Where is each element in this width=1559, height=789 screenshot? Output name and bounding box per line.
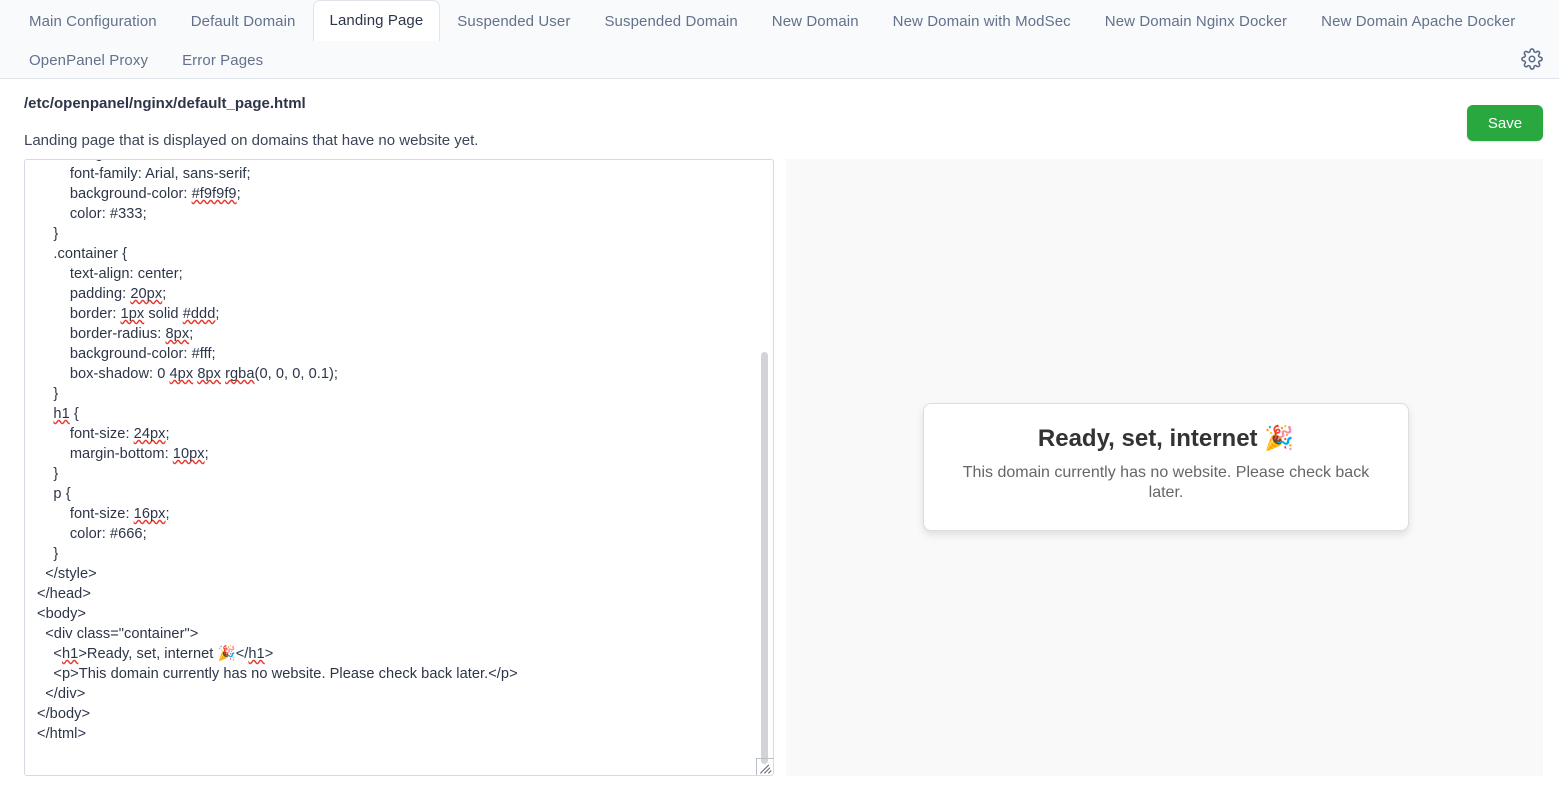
tab-default-domain[interactable]: Default Domain [174, 1, 313, 40]
file-description: Landing page that is displayed on domain… [24, 132, 479, 149]
tab-landing-page[interactable]: Landing Page [312, 0, 441, 41]
gear-icon [1521, 48, 1543, 70]
tab-suspended-user[interactable]: Suspended User [440, 1, 587, 40]
tab-error-pages[interactable]: Error Pages [165, 40, 280, 79]
tab-openpanel-proxy[interactable]: OpenPanel Proxy [12, 40, 165, 79]
preview-card: Ready, set, internet 🎉 This domain curre… [923, 403, 1409, 531]
tab-main-configuration[interactable]: Main Configuration [12, 1, 174, 40]
file-path-title: /etc/openpanel/nginx/default_page.html [24, 95, 306, 112]
preview-heading: Ready, set, internet 🎉 [1037, 425, 1295, 452]
tab-new-domain-apache-docker[interactable]: New Domain Apache Docker [1304, 1, 1532, 40]
editor-scrollbar[interactable] [761, 352, 768, 764]
tab-row-secondary: OpenPanel Proxy Error Pages [0, 40, 280, 78]
save-button[interactable]: Save [1467, 105, 1543, 141]
tab-new-domain-with-modsec[interactable]: New Domain with ModSec [876, 1, 1088, 40]
preview-panel: Ready, set, internet 🎉 This domain curre… [786, 159, 1543, 776]
code-editor-content[interactable]: margin: 0; font-family: Arial, sans-seri… [37, 160, 767, 744]
tab-row-primary: Main Configuration Default Domain Landing … [0, 0, 1532, 41]
tab-new-domain[interactable]: New Domain [755, 1, 876, 40]
tab-new-domain-nginx-docker[interactable]: New Domain Nginx Docker [1088, 1, 1304, 40]
tab-suspended-domain[interactable]: Suspended Domain [587, 1, 754, 40]
tab-bar: Main Configuration Default Domain Landing … [0, 0, 1559, 79]
settings-gear-button[interactable] [1521, 48, 1543, 70]
code-editor[interactable]: margin: 0; font-family: Arial, sans-seri… [24, 159, 774, 776]
preview-paragraph: This domain currently has no website. Pl… [962, 464, 1370, 501]
editor-resize-handle[interactable] [756, 758, 773, 775]
